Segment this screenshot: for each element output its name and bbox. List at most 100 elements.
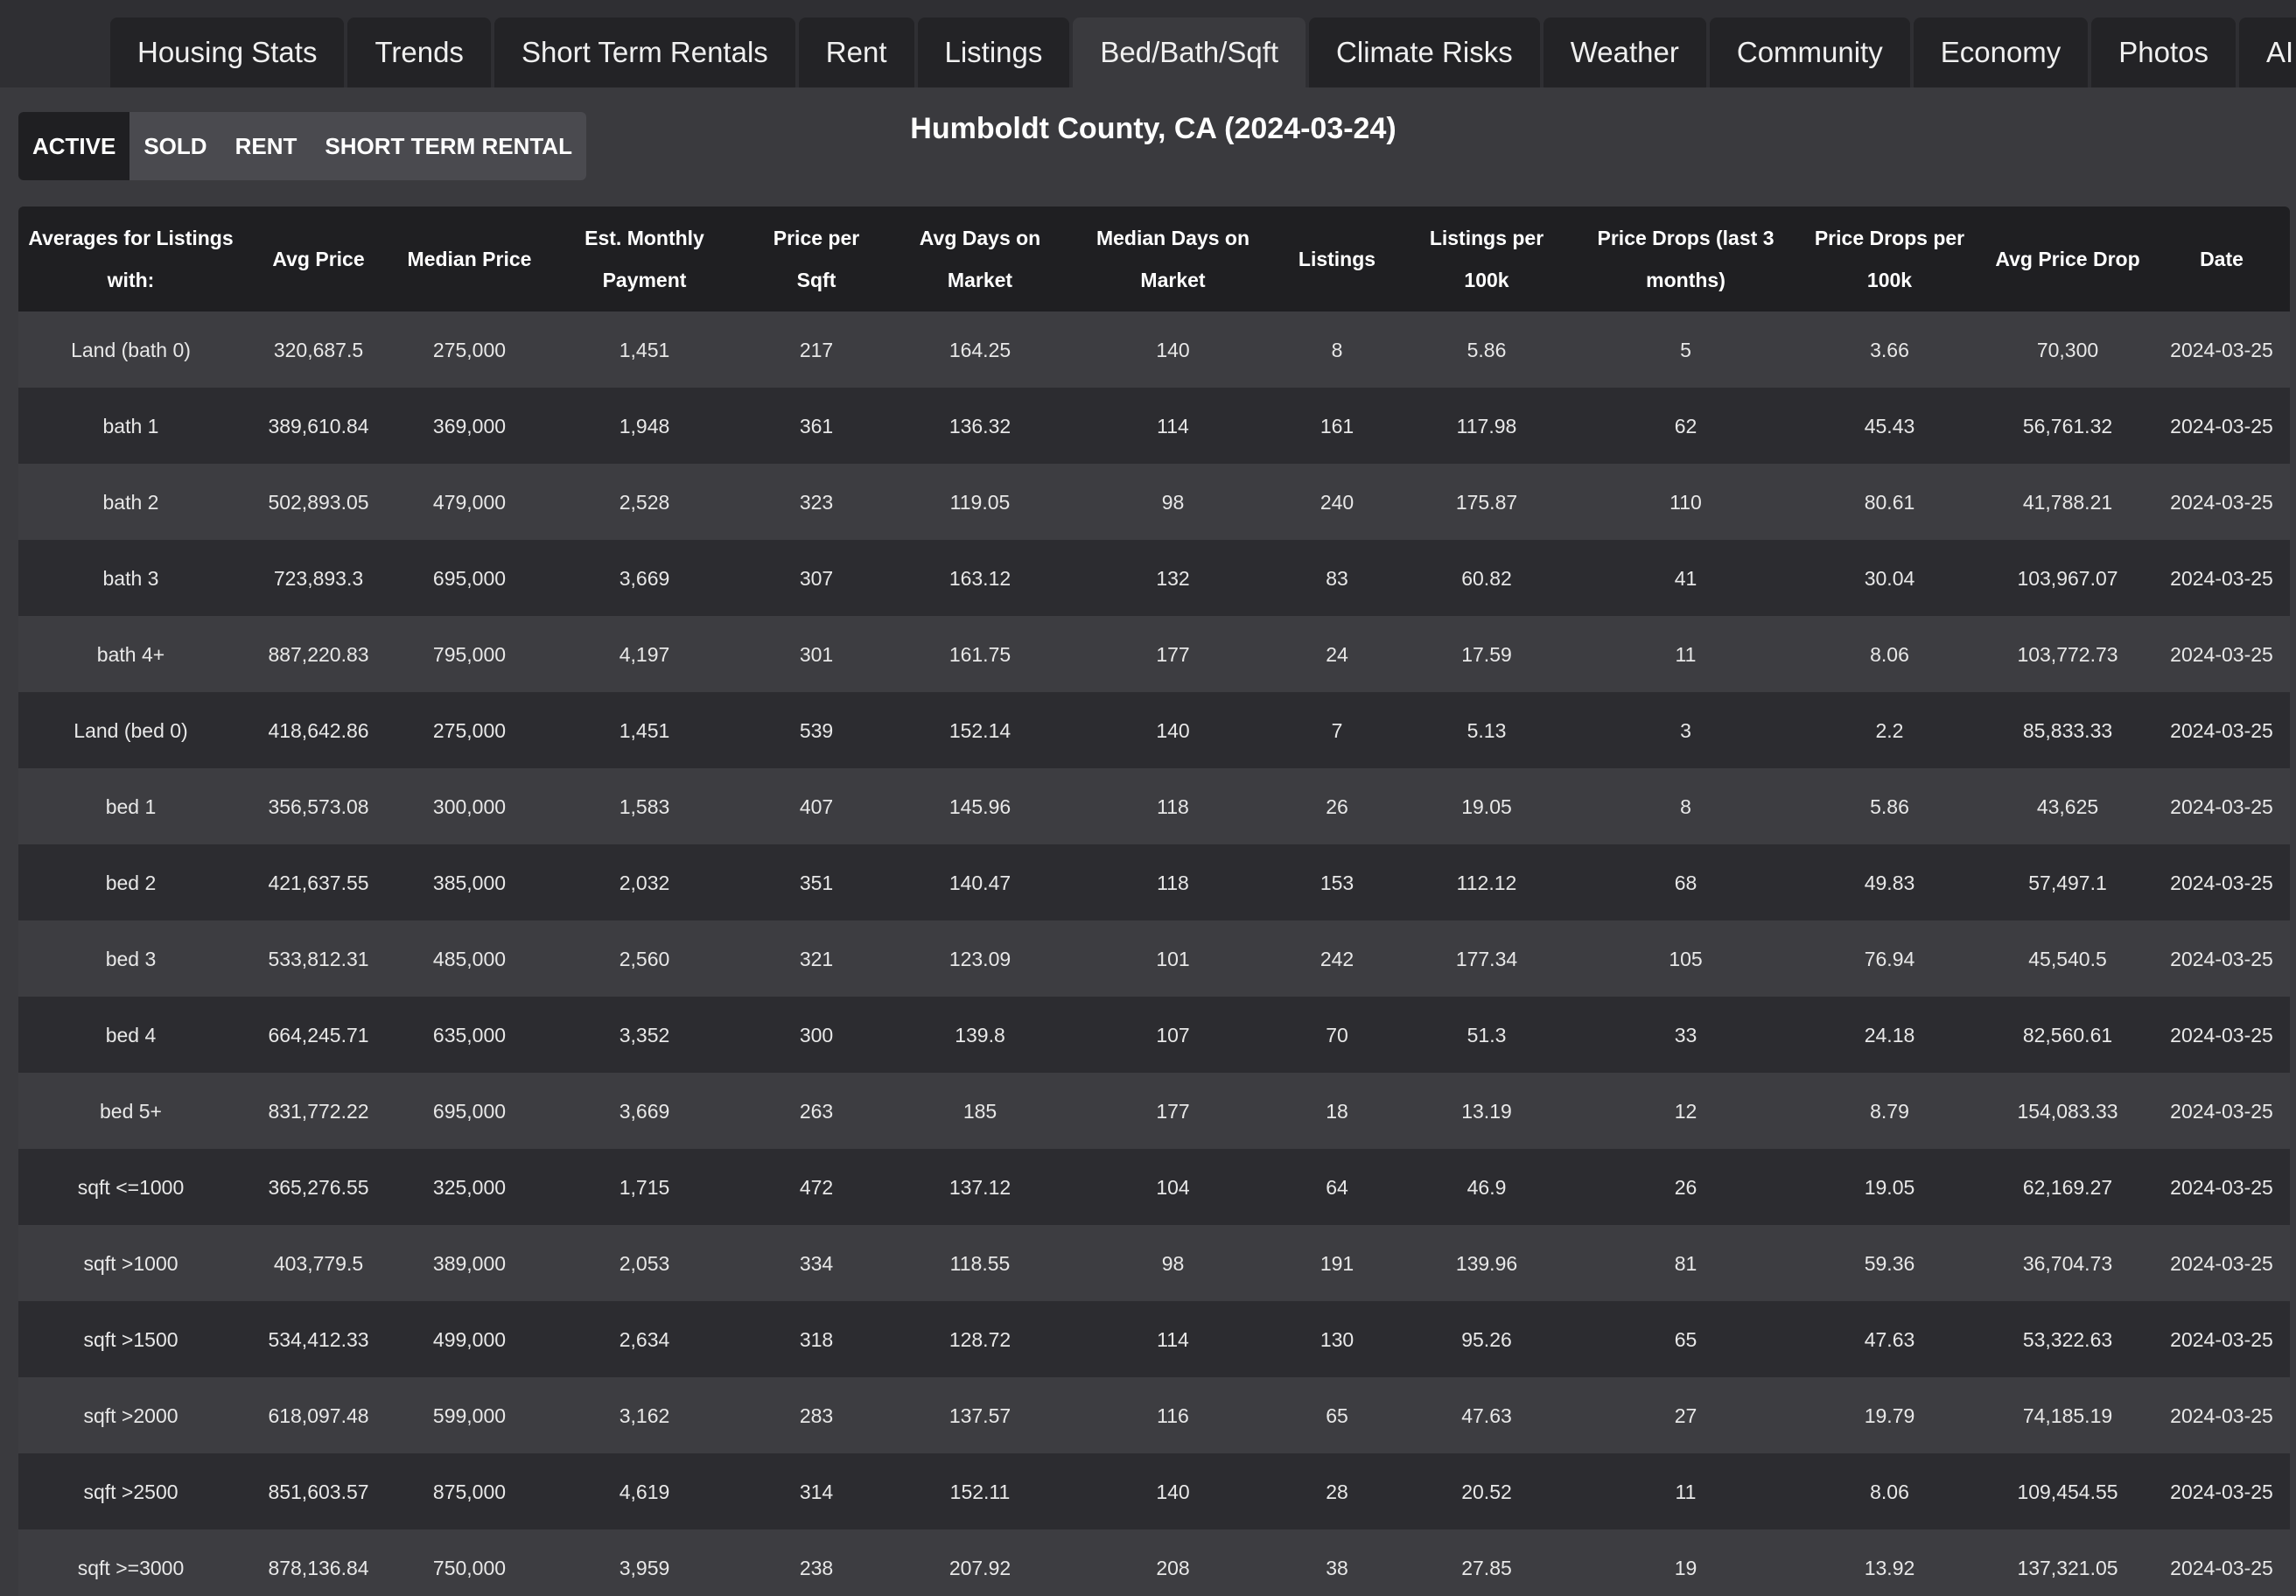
table-cell: 240 xyxy=(1275,464,1399,540)
table-cell: 318 xyxy=(744,1301,889,1377)
table-cell: 117.98 xyxy=(1399,388,1574,464)
table-cell: 421,637.55 xyxy=(243,844,394,920)
table-cell: 385,000 xyxy=(394,844,545,920)
table-cell: 57,497.1 xyxy=(1982,844,2153,920)
table-cell: 114 xyxy=(1071,388,1275,464)
column-header[interactable]: Date xyxy=(2153,206,2290,312)
bed-bath-sqft-table: Averages for Listings with: Avg Price Medi… xyxy=(18,206,2290,1596)
table-cell: 64 xyxy=(1275,1149,1399,1225)
table-cell: 307 xyxy=(744,540,889,616)
table-cell: 2024-03-25 xyxy=(2153,997,2290,1073)
table-cell: 140 xyxy=(1071,692,1275,768)
column-header[interactable]: Est. Monthly Payment xyxy=(545,206,744,312)
tab-community[interactable]: Community xyxy=(1709,18,1910,88)
main-tabs: Housing Stats Trends Short Term Rentals Ren… xyxy=(110,18,2296,88)
table-cell: 2024-03-25 xyxy=(2153,692,2290,768)
column-header[interactable]: Median Days on Market xyxy=(1071,206,1275,312)
tab-rent[interactable]: Rent xyxy=(798,18,914,88)
table-cell: 11 xyxy=(1574,616,1797,692)
table-cell: 43,625 xyxy=(1982,768,2153,844)
stats-table-container[interactable]: Averages for Listings with: Avg Price Medi… xyxy=(18,206,2290,1596)
table-cell: 152.14 xyxy=(889,692,1071,768)
table-cell: 878,136.84 xyxy=(243,1530,394,1596)
column-header[interactable]: Price per Sqft xyxy=(744,206,889,312)
row-label-cell: sqft >2000 xyxy=(18,1377,243,1453)
table-cell: 11 xyxy=(1574,1453,1797,1530)
row-label-cell: bath 1 xyxy=(18,388,243,464)
table-cell: 123.09 xyxy=(889,920,1071,997)
column-header[interactable]: Avg Price xyxy=(243,206,394,312)
tab-trends[interactable]: Trends xyxy=(347,18,491,88)
column-header[interactable]: Avg Days on Market xyxy=(889,206,1071,312)
column-header[interactable]: Price Drops (last 3 months) xyxy=(1574,206,1797,312)
table-cell: 2024-03-25 xyxy=(2153,1530,2290,1596)
table-cell: 33 xyxy=(1574,997,1797,1073)
table-cell: 139.8 xyxy=(889,997,1071,1073)
table-row: bed 5+ 831,772.22 695,000 3,669 263 185 177 18 1… xyxy=(18,1073,2290,1149)
table-cell: 351 xyxy=(744,844,889,920)
table-cell: 599,000 xyxy=(394,1377,545,1453)
tab-weather[interactable]: Weather xyxy=(1543,18,1706,88)
column-header[interactable]: Listings xyxy=(1275,206,1399,312)
table-row: bath 2 502,893.05 479,000 2,528 323 119.05 98 2… xyxy=(18,464,2290,540)
table-cell: 7 xyxy=(1275,692,1399,768)
table-cell: 24.18 xyxy=(1797,997,1982,1073)
table-cell: 695,000 xyxy=(394,540,545,616)
table-cell: 70,300 xyxy=(1982,312,2153,388)
table-cell: 30.04 xyxy=(1797,540,1982,616)
tab-bed-bath-sqft[interactable]: Bed/Bath/Sqft xyxy=(1073,18,1306,88)
table-cell: 3.66 xyxy=(1797,312,1982,388)
tab-listings[interactable]: Listings xyxy=(917,18,1070,88)
table-cell: 2,560 xyxy=(545,920,744,997)
tab-ai[interactable]: AI xyxy=(2239,18,2296,88)
table-cell: 2024-03-25 xyxy=(2153,388,2290,464)
table-cell: 389,610.84 xyxy=(243,388,394,464)
table-cell: 153 xyxy=(1275,844,1399,920)
table-cell: 60.82 xyxy=(1399,540,1574,616)
table-row: bath 4+ 887,220.83 795,000 4,197 301 161.75 17… xyxy=(18,616,2290,692)
row-label-cell: sqft <=1000 xyxy=(18,1149,243,1225)
column-header[interactable]: Median Price xyxy=(394,206,545,312)
table-cell: 8.79 xyxy=(1797,1073,1982,1149)
row-label-cell: bed 3 xyxy=(18,920,243,997)
table-cell: 2,634 xyxy=(545,1301,744,1377)
tab-short-term-rentals[interactable]: Short Term Rentals xyxy=(494,18,795,88)
table-cell: 19.05 xyxy=(1797,1149,1982,1225)
table-cell: 107 xyxy=(1071,997,1275,1073)
table-body: Land (bath 0) 320,687.5 275,000 1,451 217 164… xyxy=(18,312,2290,1596)
table-cell: 82,560.61 xyxy=(1982,997,2153,1073)
column-header[interactable]: Price Drops per 100k xyxy=(1797,206,1982,312)
table-cell: 65 xyxy=(1574,1301,1797,1377)
table-cell: 242 xyxy=(1275,920,1399,997)
table-cell: 137,321.05 xyxy=(1982,1530,2153,1596)
table-cell: 38 xyxy=(1275,1530,1399,1596)
column-header[interactable]: Avg Price Drop xyxy=(1982,206,2153,312)
row-label-cell: sqft >1500 xyxy=(18,1301,243,1377)
tab-photos[interactable]: Photos xyxy=(2091,18,2236,88)
table-cell: 320,687.5 xyxy=(243,312,394,388)
tab-housing-stats[interactable]: Housing Stats xyxy=(110,18,345,88)
table-cell: 154,083.33 xyxy=(1982,1073,2153,1149)
table-row: sqft >1000 403,779.5 389,000 2,053 334 118.55… xyxy=(18,1225,2290,1301)
table-cell: 2024-03-25 xyxy=(2153,540,2290,616)
table-cell: 539 xyxy=(744,692,889,768)
table-cell: 4,197 xyxy=(545,616,744,692)
table-cell: 140 xyxy=(1071,312,1275,388)
table-cell: 1,948 xyxy=(545,388,744,464)
table-cell: 114 xyxy=(1071,1301,1275,1377)
table-cell: 479,000 xyxy=(394,464,545,540)
table-cell: 2024-03-25 xyxy=(2153,312,2290,388)
column-header[interactable]: Listings per 100k xyxy=(1399,206,1574,312)
table-cell: 238 xyxy=(744,1530,889,1596)
table-cell: 887,220.83 xyxy=(243,616,394,692)
table-cell: 3,669 xyxy=(545,540,744,616)
column-header[interactable]: Averages for Listings with: xyxy=(18,206,243,312)
tab-climate-risks[interactable]: Climate Risks xyxy=(1309,18,1540,88)
tab-economy[interactable]: Economy xyxy=(1913,18,2089,88)
table-cell: 3 xyxy=(1574,692,1797,768)
table-cell: 177 xyxy=(1071,616,1275,692)
table-cell: 502,893.05 xyxy=(243,464,394,540)
table-cell: 140 xyxy=(1071,1453,1275,1530)
table-cell: 323 xyxy=(744,464,889,540)
table-row: bath 3 723,893.3 695,000 3,669 307 163.12 132 8… xyxy=(18,540,2290,616)
